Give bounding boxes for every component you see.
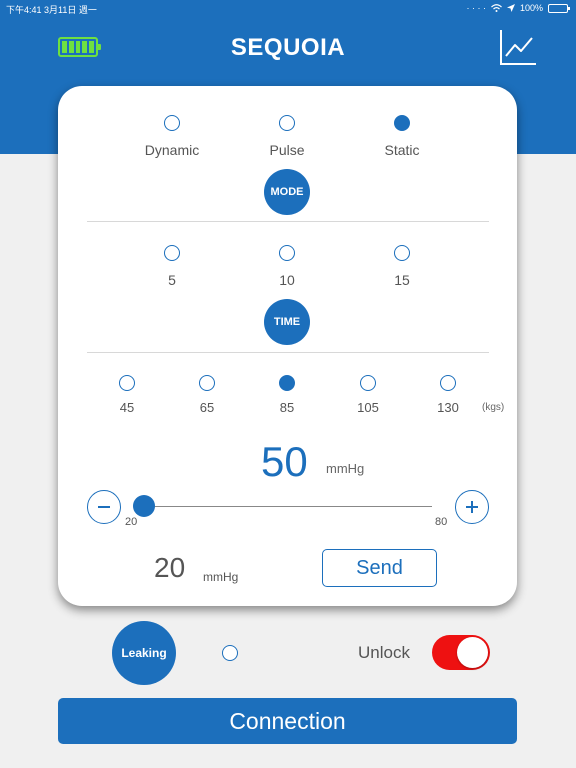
- line-chart-icon: [500, 30, 536, 65]
- leak-indicator: [222, 645, 238, 661]
- radio-time-10[interactable]: [279, 245, 295, 261]
- actual-pressure-value: 20: [154, 552, 186, 583]
- radio-weight-130[interactable]: [440, 375, 456, 391]
- divider: [87, 221, 489, 222]
- time-option-label: 10: [279, 272, 295, 288]
- connection-button[interactable]: Connection: [58, 698, 517, 744]
- unlock-label: Unlock: [358, 643, 410, 662]
- radio-mode-static[interactable]: [394, 115, 410, 131]
- target-pressure-value: 50: [261, 438, 308, 485]
- time-button[interactable]: TIME: [264, 299, 310, 345]
- send-button[interactable]: Send: [322, 549, 437, 587]
- minus-icon: [98, 506, 110, 508]
- status-battery-icon: [548, 3, 570, 13]
- mode-option-label: Dynamic: [144, 142, 200, 158]
- radio-mode-dynamic[interactable]: [164, 115, 180, 131]
- settings-card: Dynamic Pulse Static MODE 5 10 15 TIME 4…: [58, 86, 517, 606]
- radio-weight-45[interactable]: [119, 375, 135, 391]
- mode-option-label: Pulse: [269, 142, 305, 158]
- battery-percent: 100%: [519, 3, 543, 13]
- radio-weight-85[interactable]: [279, 375, 295, 391]
- radio-mode-pulse[interactable]: [279, 115, 295, 131]
- decrease-button[interactable]: [87, 490, 121, 524]
- slider-max-label: 80: [435, 516, 448, 528]
- chart-button[interactable]: [498, 27, 538, 67]
- pressure-slider-thumb[interactable]: [133, 495, 155, 517]
- time-option-label: 5: [168, 272, 176, 288]
- weight-unit-label: (kgs): [482, 402, 505, 413]
- radio-time-5[interactable]: [164, 245, 180, 261]
- increase-button[interactable]: [455, 490, 489, 524]
- app-title: SEQUOIA: [230, 34, 346, 61]
- status-bar: 下午4:41 3月11日 週一 · · · · 100%: [0, 0, 576, 18]
- status-time-date: 下午4:41 3月11日 週一: [6, 5, 97, 15]
- radio-weight-65[interactable]: [199, 375, 215, 391]
- location-arrow-icon: [506, 4, 515, 12]
- pressure-slider-track[interactable]: [144, 506, 432, 507]
- dots-icon: · · · ·: [466, 3, 486, 13]
- toggle-knob[interactable]: [457, 637, 488, 668]
- radio-time-15[interactable]: [394, 245, 410, 261]
- time-option-label: 15: [394, 272, 410, 288]
- divider: [87, 352, 489, 353]
- mode-button[interactable]: MODE: [264, 169, 310, 215]
- plus-icon: [466, 501, 478, 513]
- actual-pressure-unit: mmHg: [203, 570, 239, 584]
- target-pressure-unit: mmHg: [326, 461, 365, 476]
- radio-weight-105[interactable]: [360, 375, 376, 391]
- wifi-icon: [491, 4, 502, 12]
- leaking-button[interactable]: Leaking: [112, 621, 176, 685]
- status-indicators: · · · · 100%: [466, 3, 570, 13]
- mode-option-label: Static: [384, 142, 420, 158]
- unlock-toggle[interactable]: [432, 635, 490, 670]
- slider-min-label: 20: [125, 516, 138, 528]
